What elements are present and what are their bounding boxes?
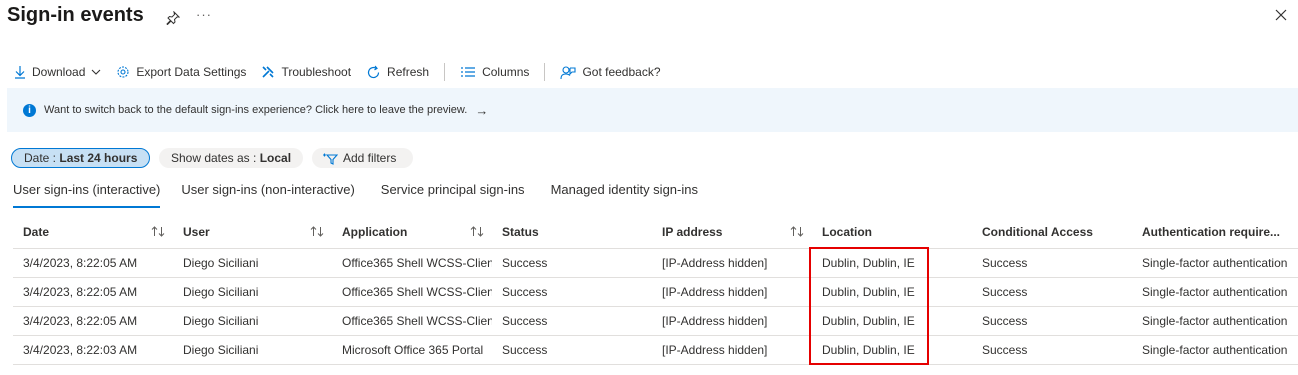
- tab-service-principal-signins[interactable]: Service principal sign-ins: [381, 182, 525, 206]
- tab-list: User sign-ins (interactive) User sign-in…: [13, 182, 724, 208]
- column-header-conditional-access[interactable]: Conditional Access: [972, 215, 1132, 249]
- pin-icon[interactable]: [166, 11, 180, 25]
- cell-application: Office365 Shell WCSS-Client: [332, 277, 492, 307]
- table-row[interactable]: 3/4/2023, 8:22:05 AM Diego Siciliani Off…: [13, 306, 1298, 336]
- refresh-icon: [367, 65, 380, 78]
- wrench-icon: [262, 66, 275, 78]
- column-header-ip-address[interactable]: IP address: [652, 215, 812, 249]
- cell-authentication-requirement: Single-factor authentication: [1132, 306, 1298, 336]
- gear-icon: [117, 66, 129, 78]
- cell-location: Dublin, Dublin, IE: [812, 306, 972, 336]
- tab-managed-identity-signins[interactable]: Managed identity sign-ins: [551, 182, 698, 206]
- cell-location: Dublin, Dublin, IE: [812, 335, 972, 365]
- cell-user: Diego Siciliani: [173, 335, 332, 365]
- date-filter-value: Last 24 hours: [59, 151, 138, 165]
- sort-icon[interactable]: [790, 226, 804, 237]
- sort-icon[interactable]: [470, 226, 484, 237]
- cell-date: 3/4/2023, 8:22:05 AM: [13, 306, 173, 336]
- table-header-row: Date User Application Status IP address …: [13, 215, 1298, 249]
- download-label: Download: [32, 65, 86, 79]
- sort-icon[interactable]: [310, 226, 324, 237]
- column-header-status[interactable]: Status: [492, 215, 652, 249]
- cell-location: Dublin, Dublin, IE: [812, 248, 972, 278]
- date-filter-label: Date :: [24, 151, 60, 165]
- cell-authentication-requirement: Single-factor authentication: [1132, 335, 1298, 365]
- cell-user: Diego Siciliani: [173, 306, 332, 336]
- column-header-date[interactable]: Date: [13, 215, 173, 249]
- add-filters-button[interactable]: Add filters: [312, 148, 413, 168]
- cell-application: Office365 Shell WCSS-Client: [332, 248, 492, 278]
- cell-conditional-access: Success: [972, 248, 1132, 278]
- page-title: Sign-in events: [7, 4, 144, 26]
- more-options-icon[interactable]: ···: [196, 7, 212, 22]
- cell-user: Diego Siciliani: [173, 248, 332, 278]
- troubleshoot-button[interactable]: Troubleshoot: [261, 65, 351, 79]
- table-row[interactable]: 3/4/2023, 8:22:05 AM Diego Siciliani Off…: [13, 277, 1298, 307]
- cell-date: 3/4/2023, 8:22:05 AM: [13, 277, 173, 307]
- date-filter-pill[interactable]: Date : Last 24 hours: [11, 148, 150, 168]
- feedback-label: Got feedback?: [582, 65, 661, 79]
- table-row[interactable]: 3/4/2023, 8:22:03 AM Diego Siciliani Mic…: [13, 335, 1298, 365]
- tab-user-signins-non-interactive[interactable]: User sign-ins (non-interactive): [181, 182, 354, 206]
- sort-icon[interactable]: [151, 226, 165, 237]
- download-button[interactable]: Download: [14, 65, 101, 79]
- table-row[interactable]: 3/4/2023, 8:22:05 AM Diego Siciliani Off…: [13, 248, 1298, 278]
- command-bar: Download Export Data Settings Troublesho…: [14, 62, 676, 82]
- chevron-down-icon: [91, 69, 101, 75]
- feedback-icon: [560, 65, 576, 79]
- show-dates-pill[interactable]: Show dates as : Local: [159, 148, 303, 168]
- cell-conditional-access: Success: [972, 306, 1132, 336]
- cell-conditional-access: Success: [972, 277, 1132, 307]
- column-header-user[interactable]: User: [173, 215, 332, 249]
- feedback-button[interactable]: Got feedback?: [560, 65, 661, 80]
- cell-authentication-requirement: Single-factor authentication: [1132, 248, 1298, 278]
- info-icon: i: [23, 103, 36, 117]
- show-dates-label: Show dates as :: [170, 151, 260, 165]
- export-data-settings-button[interactable]: Export Data Settings: [116, 65, 246, 79]
- tab-user-signins-interactive[interactable]: User sign-ins (interactive): [13, 182, 161, 208]
- banner-text: Want to switch back to the default sign-…: [44, 104, 468, 116]
- cell-ip-address: [IP-Address hidden]: [652, 306, 812, 336]
- cell-ip-address: [IP-Address hidden]: [652, 277, 812, 307]
- cell-user: Diego Siciliani: [173, 277, 332, 307]
- columns-button[interactable]: Columns: [460, 65, 529, 79]
- toolbar-divider: [544, 63, 546, 81]
- cell-date: 3/4/2023, 8:22:05 AM: [13, 248, 173, 278]
- cell-conditional-access: Success: [972, 335, 1132, 365]
- export-label: Export Data Settings: [136, 65, 247, 79]
- refresh-label: Refresh: [387, 65, 430, 79]
- columns-label: Columns: [482, 65, 530, 79]
- show-dates-value: Local: [259, 151, 292, 165]
- add-filters-label: Add filters: [343, 151, 397, 165]
- cell-location: Dublin, Dublin, IE: [812, 277, 972, 307]
- column-header-application[interactable]: Application: [332, 215, 492, 249]
- cell-status: Success: [492, 248, 652, 278]
- download-icon: [15, 66, 25, 79]
- cell-status: Success: [492, 335, 652, 365]
- cell-application: Office365 Shell WCSS-Client: [332, 306, 492, 336]
- add-filter-icon: [323, 153, 338, 165]
- close-icon[interactable]: [1274, 8, 1288, 22]
- columns-icon: [461, 67, 476, 77]
- cell-application: Microsoft Office 365 Portal: [332, 335, 492, 365]
- cell-date: 3/4/2023, 8:22:03 AM: [13, 335, 173, 365]
- cell-status: Success: [492, 306, 652, 336]
- cell-status: Success: [492, 277, 652, 307]
- cell-ip-address: [IP-Address hidden]: [652, 248, 812, 278]
- arrow-right-icon: →: [475, 102, 489, 118]
- signins-table: Date User Application Status IP address …: [13, 215, 1298, 365]
- cell-authentication-requirement: Single-factor authentication: [1132, 277, 1298, 307]
- column-header-location[interactable]: Location: [812, 215, 972, 249]
- refresh-button[interactable]: Refresh: [366, 65, 429, 80]
- toolbar-divider: [444, 63, 446, 81]
- troubleshoot-label: Troubleshoot: [281, 65, 352, 79]
- cell-ip-address: [IP-Address hidden]: [652, 335, 812, 365]
- preview-banner[interactable]: i Want to switch back to the default sig…: [7, 88, 1298, 132]
- column-header-authentication-requirement[interactable]: Authentication require...: [1132, 215, 1298, 249]
